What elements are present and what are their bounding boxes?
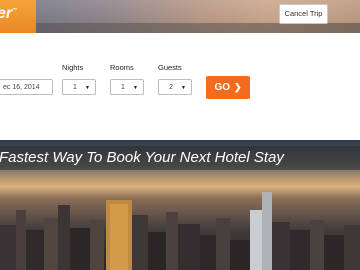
logo[interactable]: er™ bbox=[0, 0, 36, 34]
chevron-down-icon: ▼ bbox=[85, 85, 90, 91]
hero-banner-image: Fastest Way To Book Your Next Hotel Stay bbox=[0, 140, 360, 270]
nights-select[interactable]: 1 ▼ bbox=[62, 79, 96, 95]
nights-label: Nights bbox=[62, 63, 84, 72]
guests-label: Guests bbox=[158, 63, 182, 72]
rooms-select[interactable]: 1 ▼ bbox=[110, 79, 144, 95]
go-button[interactable]: GO ❯ bbox=[206, 76, 250, 99]
city-skyline-image bbox=[0, 192, 360, 270]
chevron-down-icon: ▼ bbox=[133, 85, 138, 91]
rooms-label: Rooms bbox=[110, 63, 134, 72]
chevron-right-icon: ❯ bbox=[234, 82, 242, 92]
guests-select[interactable]: 2 ▼ bbox=[158, 79, 192, 95]
chevron-down-icon: ▼ bbox=[181, 85, 186, 91]
cancel-trip-button[interactable]: Cancel Trip bbox=[279, 4, 328, 24]
booking-form: ec 16, 2014 Nights 1 ▼ Rooms 1 ▼ Guests … bbox=[0, 33, 360, 140]
check-in-date-field[interactable]: ec 16, 2014 bbox=[0, 79, 53, 95]
header-skyline-image bbox=[0, 23, 360, 33]
hero-tagline: Fastest Way To Book Your Next Hotel Stay bbox=[0, 149, 284, 166]
logo-text: er™ bbox=[0, 5, 18, 22]
